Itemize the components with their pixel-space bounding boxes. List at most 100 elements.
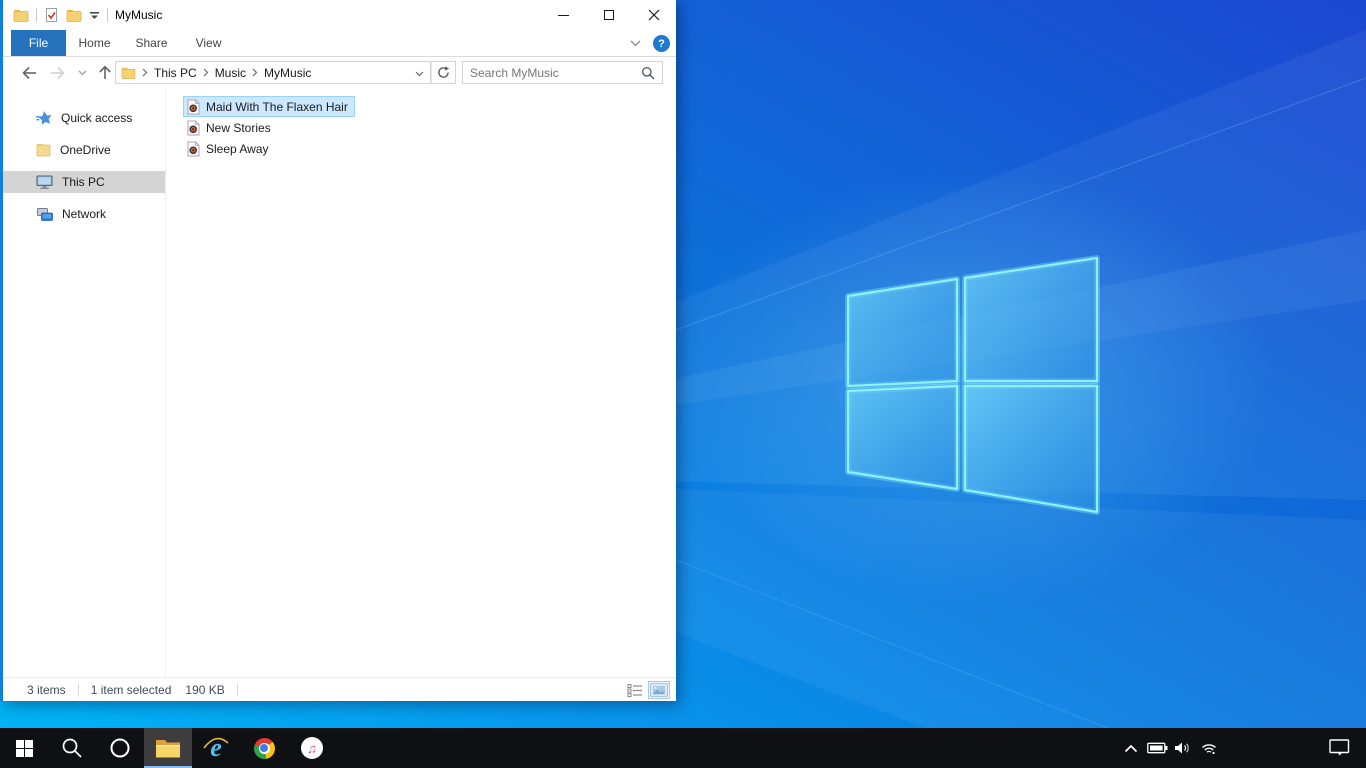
breadcrumb-this-pc[interactable]: This PC (148, 66, 203, 80)
internet-explorer-icon: e (203, 735, 229, 761)
sidebar-item-quick-access[interactable]: Quick access (3, 107, 165, 129)
collapse-ribbon-chevron-icon[interactable] (630, 40, 641, 47)
wifi-icon (1202, 744, 1216, 755)
breadcrumb-mymusic[interactable]: MyMusic (258, 66, 317, 80)
properties-check-icon[interactable] (44, 7, 59, 23)
sidebar-item-label: Network (62, 207, 107, 221)
separator (77, 682, 79, 697)
minimize-icon (558, 14, 569, 16)
battery-indicator[interactable] (1144, 728, 1170, 768)
selection-size: 190 KB (185, 682, 225, 697)
address-folder-icon (121, 67, 136, 79)
address-bar[interactable]: This PC Music MyMusic (115, 61, 431, 84)
logo-pane-top-right (963, 256, 1099, 383)
address-dropdown-button[interactable] (409, 66, 430, 80)
logo-pane-bottom-left (846, 384, 959, 491)
tab-view[interactable]: View (180, 30, 237, 56)
new-folder-icon[interactable] (66, 9, 82, 22)
separator (236, 682, 238, 697)
separator (36, 8, 37, 22)
search-box[interactable] (462, 61, 663, 84)
forward-button[interactable] (42, 66, 72, 80)
view-toggle-buttons (626, 678, 670, 702)
folder-icon (13, 9, 29, 22)
windows-logo (845, 255, 1100, 515)
search-icon (62, 738, 82, 758)
audio-file-icon (187, 98, 200, 114)
file-row-new-stories[interactable]: New Stories (183, 117, 278, 138)
chevron-down-icon (78, 70, 86, 75)
audio-file-icon (187, 119, 200, 135)
taskbar-internet-explorer-button[interactable]: e (192, 728, 240, 768)
battery-icon (1146, 742, 1167, 754)
search-input[interactable] (470, 65, 641, 80)
chrome-icon (253, 737, 275, 759)
wifi-indicator[interactable] (1196, 728, 1222, 768)
refresh-button[interactable] (431, 61, 456, 84)
sidebar-item-network[interactable]: Network (3, 203, 165, 225)
logo-pane-bottom-right (963, 384, 1099, 514)
file-list: Maid With The Flaxen Hair New Stories Sl… (166, 88, 676, 677)
cortana-circle-icon (110, 738, 130, 758)
thumbnails-view-button[interactable] (648, 681, 670, 699)
cortana-button[interactable] (96, 728, 144, 768)
hidden-icons-button[interactable] (1118, 728, 1144, 768)
taskbar: e ♫ (0, 728, 1366, 768)
up-icon (99, 65, 111, 79)
forward-icon (50, 66, 65, 79)
thumbnails-view-icon (650, 683, 668, 697)
sidebar-item-label: OneDrive (60, 143, 111, 157)
sidebar-item-label: Quick access (61, 111, 133, 125)
taskbar-itunes-button[interactable]: ♫ (288, 728, 336, 768)
system-tray (1118, 728, 1366, 768)
sidebar-item-onedrive[interactable]: OneDrive (3, 139, 165, 161)
window-title: MyMusic (115, 8, 163, 22)
caption-buttons (541, 0, 676, 30)
recent-locations-button[interactable] (72, 70, 92, 76)
maximize-button[interactable] (586, 0, 631, 30)
action-center-button[interactable] (1326, 728, 1352, 768)
navigation-pane: Quick access OneDrive This PC Network (3, 88, 166, 677)
chevron-down-icon (415, 71, 424, 76)
details-view-button[interactable] (626, 682, 644, 699)
close-icon (648, 9, 659, 21)
qat-dropdown-icon[interactable] (89, 11, 100, 20)
file-row-maid-with-the-flaxen-hair[interactable]: Maid With The Flaxen Hair (183, 96, 355, 117)
breadcrumb-music[interactable]: Music (209, 66, 252, 80)
refresh-icon (438, 66, 450, 78)
file-name: Sleep Away (206, 141, 269, 156)
tab-home[interactable]: Home (66, 30, 123, 56)
nav-buttons (16, 57, 118, 88)
action-center-icon (1328, 739, 1349, 756)
volume-icon (1175, 742, 1189, 754)
selection-count: 1 item selected (90, 682, 172, 697)
volume-indicator[interactable] (1170, 728, 1196, 768)
tab-file[interactable]: File (11, 30, 66, 56)
minimize-button[interactable] (541, 0, 586, 30)
file-name: New Stories (206, 120, 271, 135)
details-view-icon (627, 683, 642, 697)
audio-file-icon (187, 140, 200, 156)
tab-share[interactable]: Share (123, 30, 180, 56)
back-button[interactable] (16, 66, 42, 80)
taskbar-search-button[interactable] (48, 728, 96, 768)
back-icon (21, 66, 36, 79)
maximize-icon (603, 10, 614, 20)
search-icon[interactable] (641, 66, 655, 80)
help-icon: ? (658, 37, 665, 50)
onedrive-folder-icon (36, 144, 51, 157)
chevron-up-icon (1124, 744, 1138, 752)
sidebar-item-this-pc[interactable]: This PC (3, 171, 165, 193)
titlebar[interactable]: MyMusic (3, 0, 676, 30)
file-row-sleep-away[interactable]: Sleep Away (183, 138, 276, 159)
start-button[interactable] (0, 728, 48, 768)
logo-pane-top-left (846, 277, 959, 388)
ribbon-controls: ? (630, 30, 670, 57)
taskbar-chrome-button[interactable] (240, 728, 288, 768)
close-button[interactable] (631, 0, 676, 30)
quick-access-star-icon (36, 111, 52, 125)
help-button[interactable]: ? (653, 35, 670, 52)
file-explorer-icon (156, 739, 180, 757)
taskbar-file-explorer-button[interactable] (144, 728, 192, 768)
navigation-toolbar: This PC Music MyMusic (3, 57, 676, 88)
